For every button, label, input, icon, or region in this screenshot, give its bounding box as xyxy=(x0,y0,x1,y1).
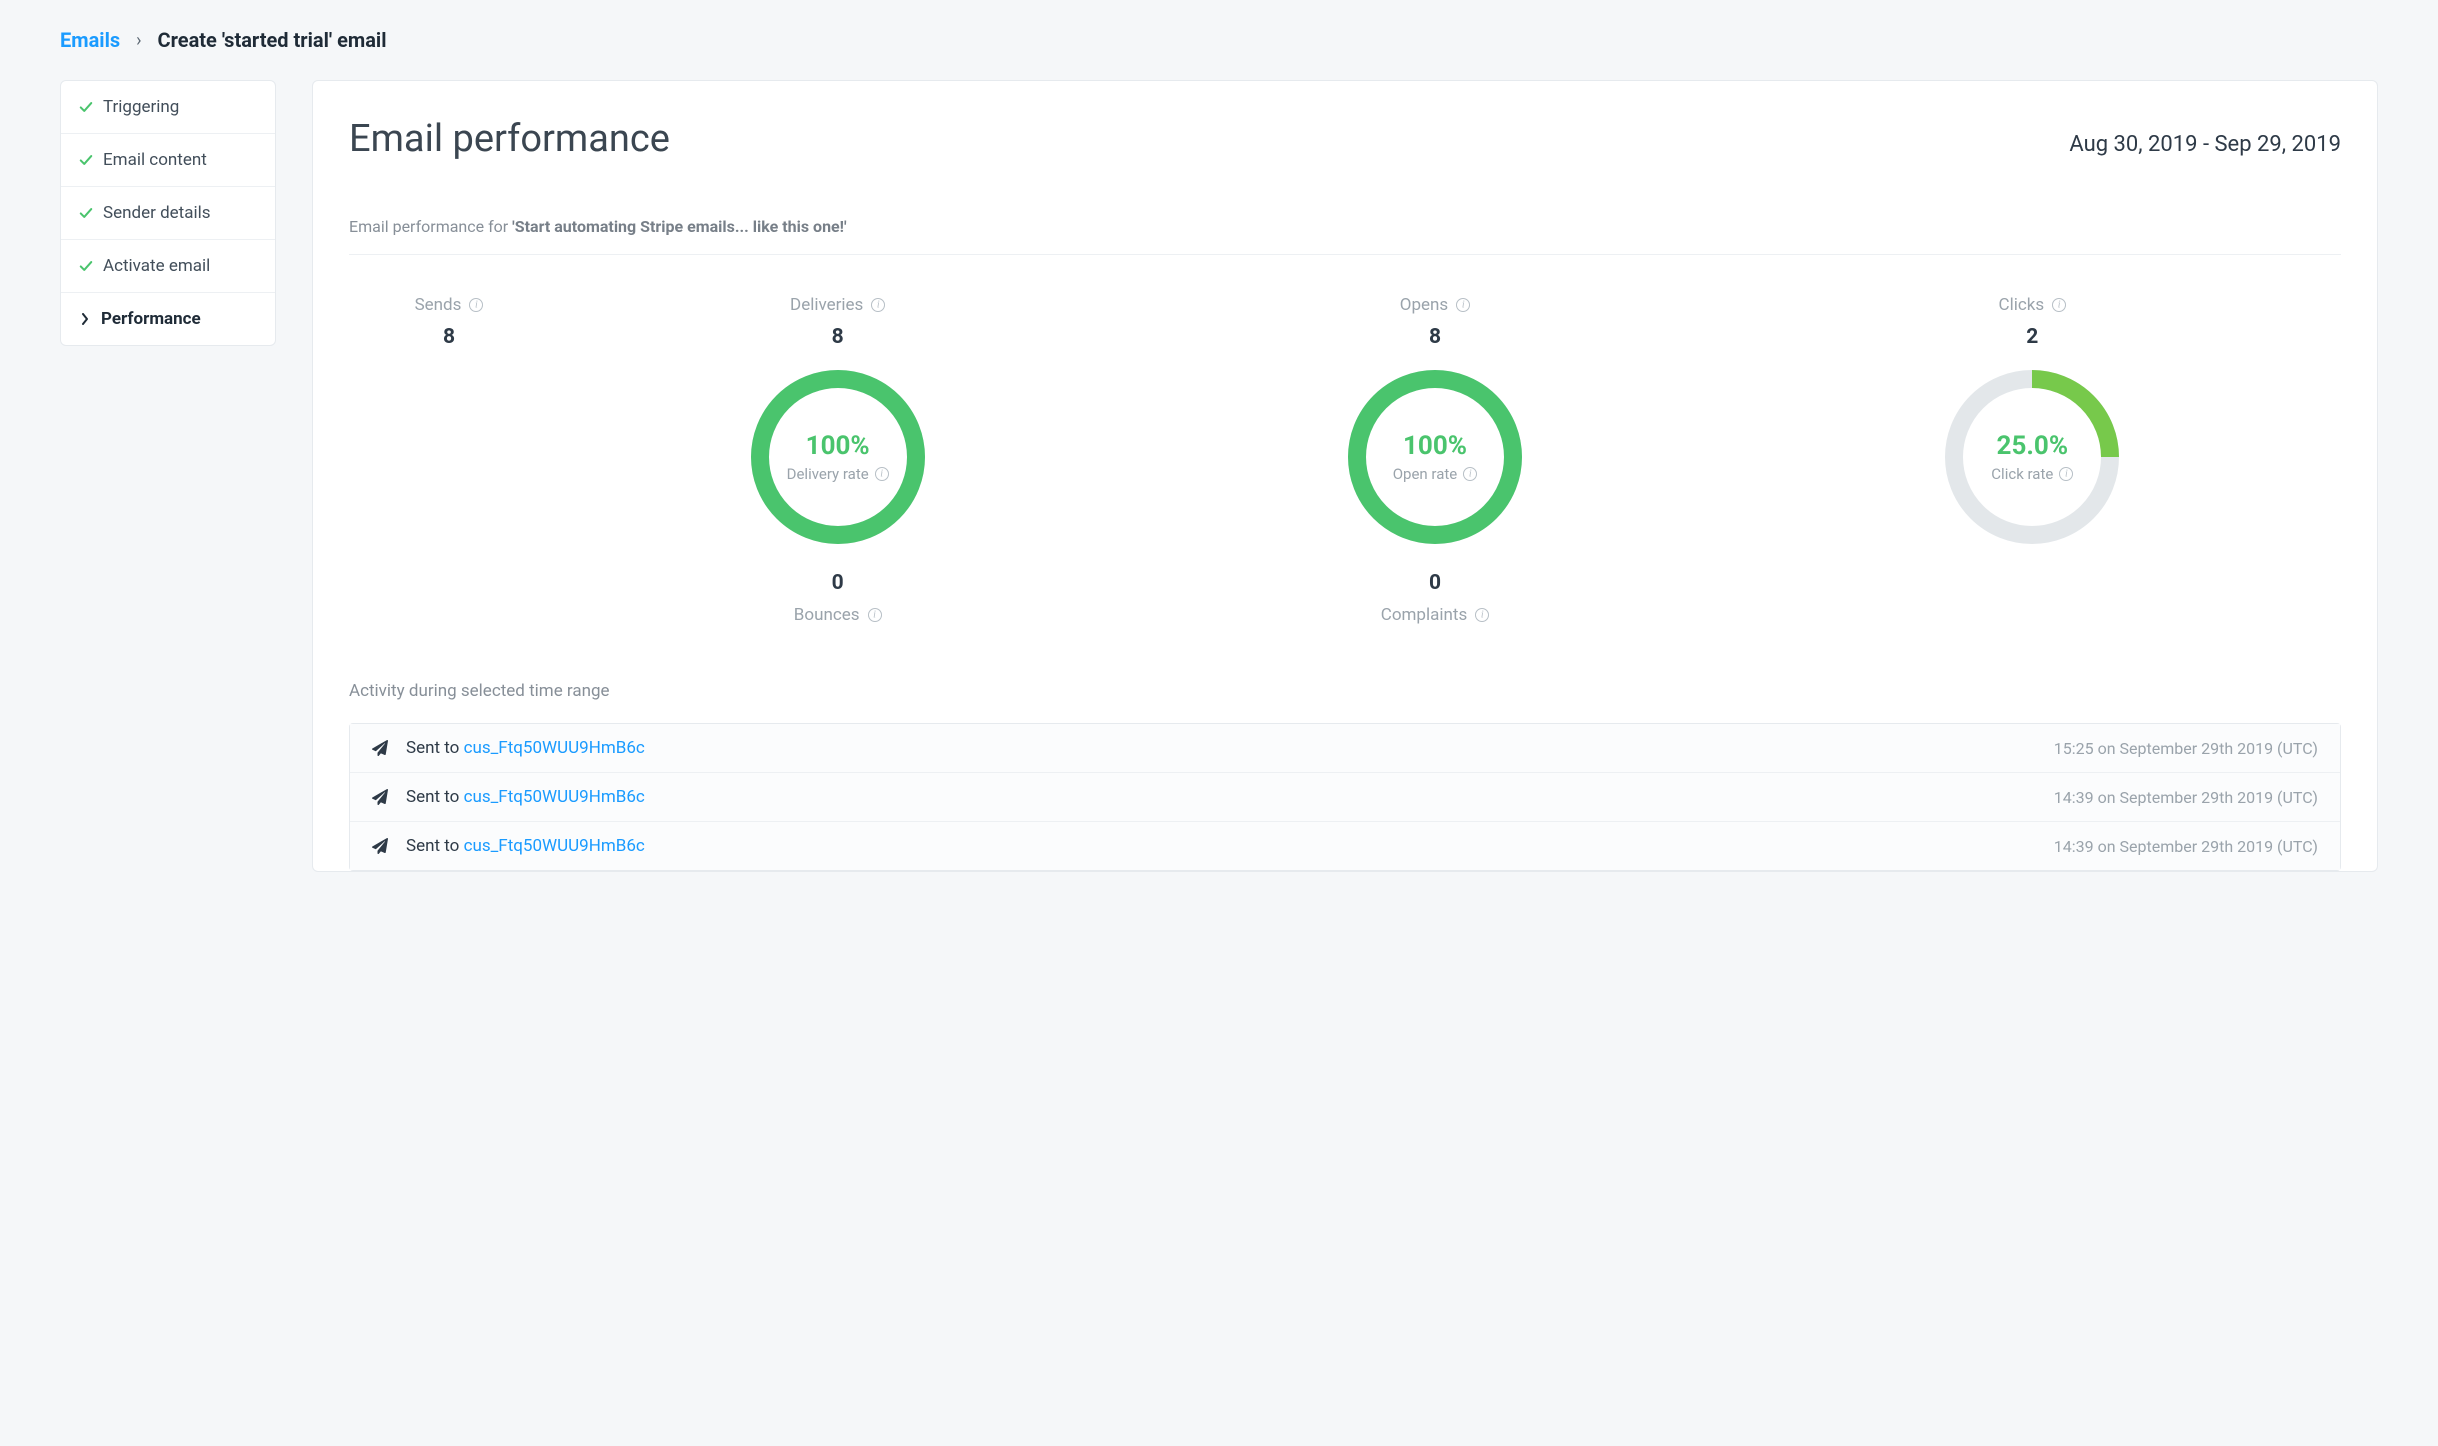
main-panel: Email performance Aug 30, 2019 - Sep 29,… xyxy=(312,80,2378,872)
activity-row: Sent to cus_Ftq50WUU9HmB6c 14:39 on Septe… xyxy=(350,773,2340,822)
activity-text: Sent to cus_Ftq50WUU9HmB6c xyxy=(406,787,645,807)
chevron-right-icon: › xyxy=(136,30,141,51)
info-icon[interactable] xyxy=(2059,467,2073,481)
donut-percent: 100% xyxy=(1403,431,1467,461)
opens-label: Opens xyxy=(1400,295,1448,315)
paper-plane-icon xyxy=(372,838,388,854)
sidebar-item-performance[interactable]: Performance xyxy=(61,293,275,345)
donut-percent: 25.0% xyxy=(1997,431,2069,461)
deliveries-label: Deliveries xyxy=(790,295,863,315)
page-title: Email performance xyxy=(349,117,670,161)
complaints-value: 0 xyxy=(1381,571,1489,595)
donut-label: Open rate xyxy=(1393,465,1458,483)
sent-prefix: Sent to xyxy=(406,787,464,807)
subtitle-prefix: Email performance for xyxy=(349,217,512,236)
sidebar-item-triggering[interactable]: Triggering xyxy=(61,81,275,134)
metric-clicks: Clicks 2 25.0% Click rate xyxy=(1734,295,2331,625)
sent-prefix: Sent to xyxy=(406,836,464,856)
activity-time: 15:25 on September 29th 2019 (UTC) xyxy=(2054,739,2318,758)
activity-time: 14:39 on September 29th 2019 (UTC) xyxy=(2054,837,2318,856)
sidebar-item-activate-email[interactable]: Activate email xyxy=(61,240,275,293)
complaints-label: Complaints xyxy=(1381,605,1467,625)
info-icon[interactable] xyxy=(868,608,882,622)
check-icon xyxy=(79,259,93,273)
donut-label: Delivery rate xyxy=(787,465,869,483)
donut-percent: 100% xyxy=(806,431,870,461)
metrics-section: Sends 8 Deliveries 8 100% Delivery rate 0… xyxy=(349,295,2341,635)
activity-row: Sent to cus_Ftq50WUU9HmB6c 14:39 on Septe… xyxy=(350,822,2340,870)
sidebar-item-label: Performance xyxy=(101,309,201,329)
customer-link[interactable]: cus_Ftq50WUU9HmB6c xyxy=(464,836,645,856)
check-icon xyxy=(79,153,93,167)
sent-prefix: Sent to xyxy=(406,738,464,758)
activity-time: 14:39 on September 29th 2019 (UTC) xyxy=(2054,788,2318,807)
clicks-label: Clicks xyxy=(1999,295,2045,315)
open-rate-donut: 100% Open rate xyxy=(1345,367,1525,547)
metric-sends: Sends 8 xyxy=(359,295,539,625)
click-rate-donut: 25.0% Click rate xyxy=(1942,367,2122,547)
activity-text: Sent to cus_Ftq50WUU9HmB6c xyxy=(406,836,645,856)
paper-plane-icon xyxy=(372,740,388,756)
activity-text: Sent to cus_Ftq50WUU9HmB6c xyxy=(406,738,645,758)
activity-title: Activity during selected time range xyxy=(349,681,2341,701)
paper-plane-icon xyxy=(372,789,388,805)
bounces-value: 0 xyxy=(794,571,882,595)
check-icon xyxy=(79,100,93,114)
info-icon[interactable] xyxy=(469,298,483,312)
customer-link[interactable]: cus_Ftq50WUU9HmB6c xyxy=(464,738,645,758)
metric-deliveries: Deliveries 8 100% Delivery rate 0 Bounces xyxy=(539,295,1136,625)
sidebar-item-sender-details[interactable]: Sender details xyxy=(61,187,275,240)
sends-value: 8 xyxy=(415,325,484,349)
customer-link[interactable]: cus_Ftq50WUU9HmB6c xyxy=(464,787,645,807)
sidebar-item-label: Triggering xyxy=(103,97,179,117)
opens-value: 8 xyxy=(1400,325,1470,349)
info-icon[interactable] xyxy=(875,467,889,481)
deliveries-value: 8 xyxy=(790,325,885,349)
sidebar-item-label: Sender details xyxy=(103,203,211,223)
info-icon[interactable] xyxy=(2052,298,2066,312)
breadcrumb-current: Create 'started trial' email xyxy=(158,28,387,52)
breadcrumb: Emails › Create 'started trial' email xyxy=(60,28,2378,52)
activity-section: Activity during selected time range Sent… xyxy=(349,681,2341,871)
check-icon xyxy=(79,206,93,220)
sidebar-item-label: Email content xyxy=(103,150,207,170)
activity-row: Sent to cus_Ftq50WUU9HmB6c 15:25 on Septe… xyxy=(350,724,2340,773)
sends-label: Sends xyxy=(415,295,462,315)
email-subtitle: Email performance for 'Start automating … xyxy=(349,217,2341,255)
info-icon[interactable] xyxy=(1456,298,1470,312)
chevron-right-icon xyxy=(81,313,89,325)
breadcrumb-root-link[interactable]: Emails xyxy=(60,28,120,52)
sidebar-item-label: Activate email xyxy=(103,256,210,276)
info-icon[interactable] xyxy=(1475,608,1489,622)
bounces-label: Bounces xyxy=(794,605,860,625)
activity-table: Sent to cus_Ftq50WUU9HmB6c 15:25 on Septe… xyxy=(349,723,2341,871)
metric-opens: Opens 8 100% Open rate 0 Complaints xyxy=(1136,295,1733,625)
donut-label: Click rate xyxy=(1991,465,2053,483)
delivery-rate-donut: 100% Delivery rate xyxy=(748,367,928,547)
wizard-sidebar: Triggering Email content Sender details Act… xyxy=(60,80,276,346)
clicks-value: 2 xyxy=(1999,325,2067,349)
info-icon[interactable] xyxy=(1463,467,1477,481)
date-range: Aug 30, 2019 - Sep 29, 2019 xyxy=(2069,132,2341,157)
email-name: 'Start automating Stripe emails... like … xyxy=(512,217,846,236)
sidebar-item-email-content[interactable]: Email content xyxy=(61,134,275,187)
info-icon[interactable] xyxy=(871,298,885,312)
